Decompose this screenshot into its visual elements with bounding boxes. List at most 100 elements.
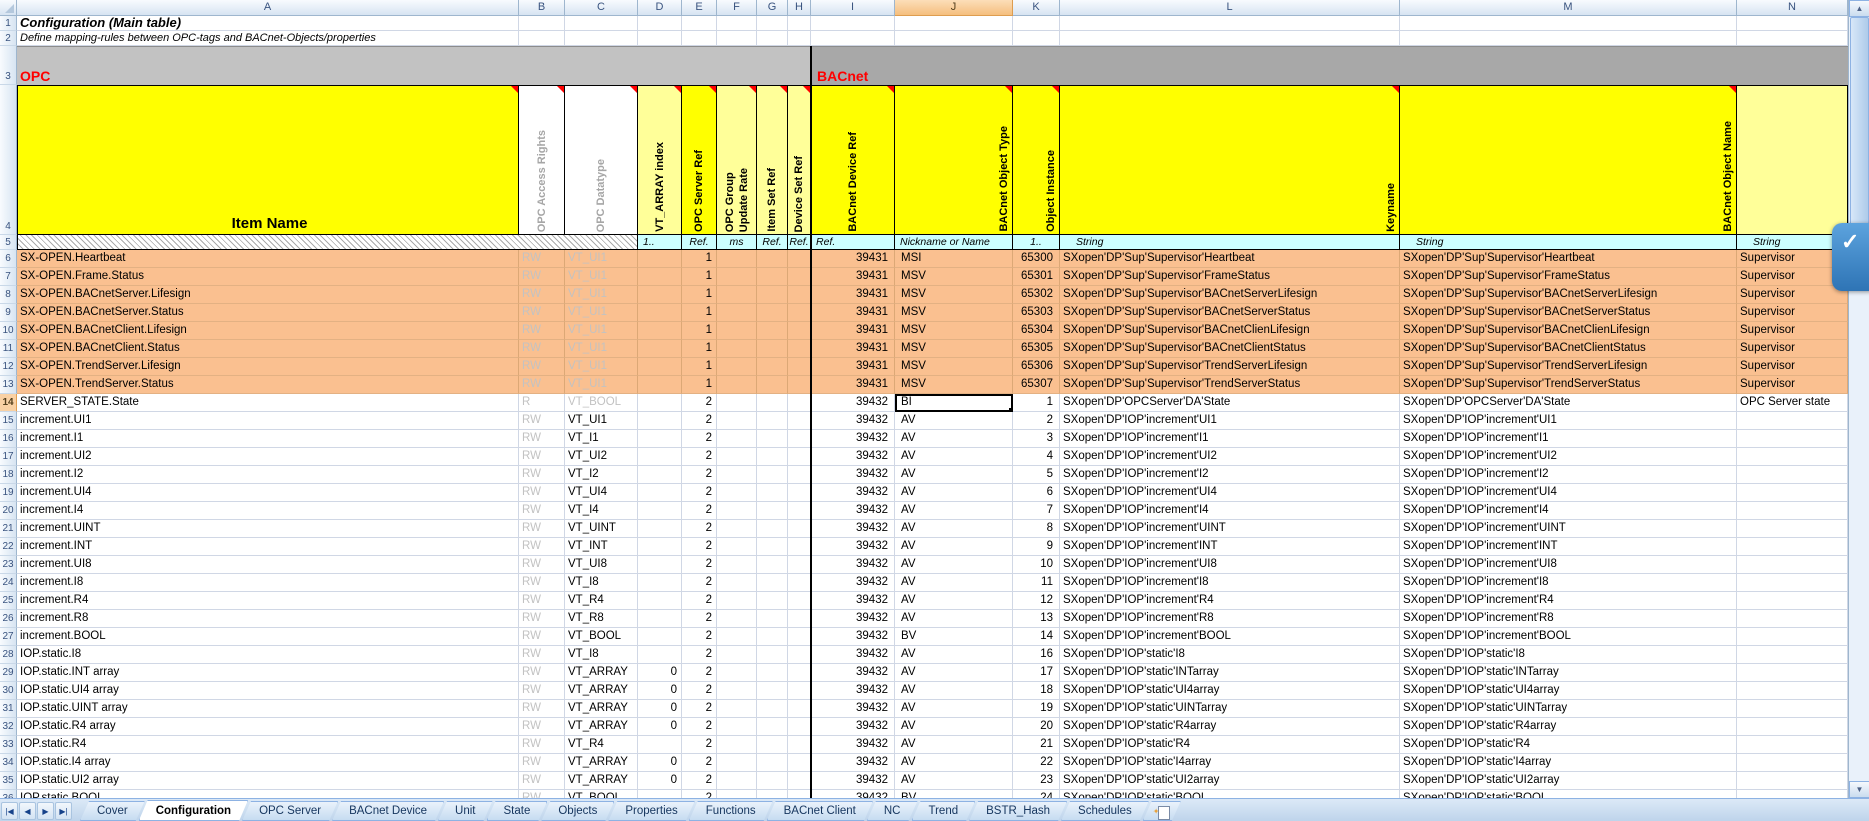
cell-B8[interactable]: RW	[519, 286, 565, 304]
cell-D2[interactable]	[638, 31, 682, 46]
cell-N18[interactable]	[1737, 466, 1848, 484]
cell-C14[interactable]: VT_BOOL	[565, 394, 638, 412]
cell-G32[interactable]	[757, 718, 788, 736]
cell-M34[interactable]: SXopen'DP'IOP'static'I4array	[1400, 754, 1737, 772]
cell-H27[interactable]	[788, 628, 811, 646]
cell-L6[interactable]: SXopen'DP'Sup'Supervisor'Heartbeat	[1060, 250, 1400, 268]
cell-E15[interactable]: 2	[682, 412, 717, 430]
cell-D22[interactable]	[638, 538, 682, 556]
cell-I11[interactable]: 39431	[811, 340, 895, 358]
row-header-36[interactable]: 36	[0, 790, 17, 798]
cell-K7[interactable]: 65301	[1013, 268, 1060, 286]
cell-D16[interactable]	[638, 430, 682, 448]
cell-L21[interactable]: SXopen'DP'IOP'increment'UINT	[1060, 520, 1400, 538]
cell-F13[interactable]	[717, 376, 757, 394]
cell-L19[interactable]: SXopen'DP'IOP'increment'UI4	[1060, 484, 1400, 502]
cell-N16[interactable]	[1737, 430, 1848, 448]
cell-D35[interactable]: 0	[638, 772, 682, 790]
cell-B19[interactable]: RW	[519, 484, 565, 502]
cell-I27[interactable]: 39432	[811, 628, 895, 646]
row-header-4[interactable]: 4	[0, 85, 17, 235]
sheet-tab-functions[interactable]: Functions	[689, 801, 773, 821]
cell-A34[interactable]: IOP.static.I4 array	[17, 754, 519, 772]
cell-M35[interactable]: SXopen'DP'IOP'static'UI2array	[1400, 772, 1737, 790]
cell-F8[interactable]	[717, 286, 757, 304]
cell-G2[interactable]	[757, 31, 788, 46]
cell-E17[interactable]: 2	[682, 448, 717, 466]
cell-E29[interactable]: 2	[682, 664, 717, 682]
cell-B33[interactable]: RW	[519, 736, 565, 754]
cell-M10[interactable]: SXopen'DP'Sup'Supervisor'BACnetClienLife…	[1400, 322, 1737, 340]
cell-K8[interactable]: 65302	[1013, 286, 1060, 304]
row-header-9[interactable]: 9	[0, 304, 17, 322]
cell-C33[interactable]: VT_R4	[565, 736, 638, 754]
cell-C19[interactable]: VT_UI4	[565, 484, 638, 502]
cell-N28[interactable]	[1737, 646, 1848, 664]
cell-A25[interactable]: increment.R4	[17, 592, 519, 610]
cell-F9[interactable]	[717, 304, 757, 322]
cell-L26[interactable]: SXopen'DP'IOP'increment'R8	[1060, 610, 1400, 628]
cell-H2[interactable]	[788, 31, 811, 46]
cell-H1[interactable]	[788, 16, 811, 31]
row-header-27[interactable]: 27	[0, 628, 17, 646]
cell-F28[interactable]	[717, 646, 757, 664]
cell-H32[interactable]	[788, 718, 811, 736]
cell-F7[interactable]	[717, 268, 757, 286]
cell-C20[interactable]: VT_I4	[565, 502, 638, 520]
tab-nav-next[interactable]: ▶	[37, 802, 54, 820]
row-header-11[interactable]: 11	[0, 340, 17, 358]
cell-G19[interactable]	[757, 484, 788, 502]
cell-N32[interactable]	[1737, 718, 1848, 736]
cell-L13[interactable]: SXopen'DP'Sup'Supervisor'TrendServerStat…	[1060, 376, 1400, 394]
cell-J10[interactable]: MSV	[895, 322, 1013, 340]
cell-F30[interactable]	[717, 682, 757, 700]
cell-M18[interactable]: SXopen'DP'IOP'increment'I2	[1400, 466, 1737, 484]
column-header-K[interactable]: K	[1013, 0, 1060, 16]
cell-J31[interactable]: AV	[895, 700, 1013, 718]
row-header-30[interactable]: 30	[0, 682, 17, 700]
cell-A18[interactable]: increment.I2	[17, 466, 519, 484]
cell-C13[interactable]: VT_UI1	[565, 376, 638, 394]
cell-D25[interactable]	[638, 592, 682, 610]
cell-B34[interactable]: RW	[519, 754, 565, 772]
cell-A33[interactable]: IOP.static.R4	[17, 736, 519, 754]
sheet-tab-trend[interactable]: Trend	[912, 801, 976, 821]
cell-A35[interactable]: IOP.static.UI2 array	[17, 772, 519, 790]
header-cell-E[interactable]: OPC Server Ref	[682, 85, 717, 235]
cell-M9[interactable]: SXopen'DP'Sup'Supervisor'BACnetServerSta…	[1400, 304, 1737, 322]
cell-A14[interactable]: SERVER_STATE.State	[17, 394, 519, 412]
cell-C6[interactable]: VT_UI1	[565, 250, 638, 268]
cell-I18[interactable]: 39432	[811, 466, 895, 484]
cell-D30[interactable]: 0	[638, 682, 682, 700]
cell-L27[interactable]: SXopen'DP'IOP'increment'BOOL	[1060, 628, 1400, 646]
cell-G21[interactable]	[757, 520, 788, 538]
header-cell-K[interactable]: Object Instance	[1013, 85, 1060, 235]
insert-worksheet-tab[interactable]: ✦	[1143, 801, 1181, 821]
cell-A31[interactable]: IOP.static.UINT array	[17, 700, 519, 718]
cell-N23[interactable]	[1737, 556, 1848, 574]
sheet-tab-configuration[interactable]: Configuration	[139, 800, 248, 821]
cell-F10[interactable]	[717, 322, 757, 340]
cell-A28[interactable]: IOP.static.I8	[17, 646, 519, 664]
cell-C21[interactable]: VT_UINT	[565, 520, 638, 538]
sheet-tab-unit[interactable]: Unit	[438, 801, 492, 821]
cell-I23[interactable]: 39432	[811, 556, 895, 574]
cell-H15[interactable]	[788, 412, 811, 430]
cell-E8[interactable]: 1	[682, 286, 717, 304]
cell-N24[interactable]	[1737, 574, 1848, 592]
cell-E10[interactable]: 1	[682, 322, 717, 340]
cell-B17[interactable]: RW	[519, 448, 565, 466]
cell-L25[interactable]: SXopen'DP'IOP'increment'R4	[1060, 592, 1400, 610]
cell-J7[interactable]: MSV	[895, 268, 1013, 286]
cell-A29[interactable]: IOP.static.INT array	[17, 664, 519, 682]
cell-M19[interactable]: SXopen'DP'IOP'increment'UI4	[1400, 484, 1737, 502]
cell-N31[interactable]	[1737, 700, 1848, 718]
cell-A23[interactable]: increment.UI8	[17, 556, 519, 574]
cell-M16[interactable]: SXopen'DP'IOP'increment'I1	[1400, 430, 1737, 448]
header-cell-I[interactable]: BACnet Device Ref	[811, 85, 895, 235]
cell-B24[interactable]: RW	[519, 574, 565, 592]
cell-E7[interactable]: 1	[682, 268, 717, 286]
cell-J19[interactable]: AV	[895, 484, 1013, 502]
cell-C12[interactable]: VT_UI1	[565, 358, 638, 376]
cell-C29[interactable]: VT_ARRAY	[565, 664, 638, 682]
